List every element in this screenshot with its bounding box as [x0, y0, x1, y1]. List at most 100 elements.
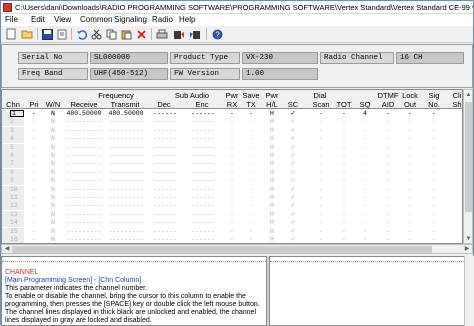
- cell-scan[interactable]: -: [310, 186, 332, 194]
- cell-pwr-rx[interactable]: -: [225, 194, 239, 202]
- cell-dec[interactable]: ------: [150, 202, 180, 210]
- cell-tot[interactable]: -: [336, 169, 352, 177]
- cell-pwr-rx[interactable]: -: [225, 211, 239, 219]
- cell-dec[interactable]: ------: [150, 219, 180, 227]
- cell-scan[interactable]: -: [310, 177, 332, 185]
- cell-chn[interactable]: 7: [2, 160, 24, 169]
- cell-pwr-tx[interactable]: -: [244, 160, 258, 168]
- cut-icon[interactable]: [90, 28, 102, 40]
- cell-pri[interactable]: -: [26, 211, 42, 219]
- cell-receive[interactable]: ---------: [64, 160, 104, 168]
- cell-aid[interactable]: -: [380, 144, 396, 152]
- col-wn[interactable]: W/N: [44, 100, 62, 109]
- cell-tot[interactable]: -: [336, 135, 352, 143]
- cell-pri[interactable]: -: [26, 135, 42, 143]
- cell-receive[interactable]: ---------: [64, 236, 104, 243]
- cell-out[interactable]: -: [402, 186, 418, 194]
- cell-receive[interactable]: ---------: [64, 194, 104, 202]
- cell-pwr-tx[interactable]: -: [244, 152, 258, 160]
- col-out[interactable]: Out: [402, 100, 418, 109]
- cell-hl[interactable]: H: [264, 177, 280, 185]
- cell-chn[interactable]: 4: [2, 135, 24, 144]
- cell-pri[interactable]: -: [26, 202, 42, 210]
- cell-dec[interactable]: ------: [150, 127, 180, 135]
- col-transmit[interactable]: Transmit: [106, 100, 144, 109]
- cell-sq[interactable]: -: [358, 152, 372, 160]
- menu-file[interactable]: File: [5, 15, 18, 24]
- table-row[interactable]: 16- N --------- --------- ------ ------ - - H ✓ - -…: [2, 236, 462, 243]
- cell-hl[interactable]: H: [264, 228, 280, 236]
- cell-receive[interactable]: ---------: [64, 152, 104, 160]
- cell-tot[interactable]: -: [336, 177, 352, 185]
- cell-receive[interactable]: ---------: [64, 127, 104, 135]
- cell-pwr-tx[interactable]: -: [244, 202, 258, 210]
- cell-out[interactable]: -: [402, 219, 418, 227]
- cell-dec[interactable]: ------: [150, 135, 180, 143]
- cell-hl[interactable]: H: [264, 127, 280, 135]
- cell-wn[interactable]: N: [44, 202, 62, 210]
- cell-chn[interactable]: 6: [2, 152, 24, 160]
- cell-sc[interactable]: ✓: [286, 219, 300, 227]
- col-sq[interactable]: SQ: [358, 100, 372, 109]
- cell-chn[interactable]: 12: [2, 202, 24, 211]
- cell-hl[interactable]: H: [264, 202, 280, 210]
- cell-pwr-tx[interactable]: -: [244, 186, 258, 194]
- cell-aid[interactable]: -: [380, 186, 396, 194]
- cell-sq[interactable]: -: [358, 177, 372, 185]
- cell-pwr-rx[interactable]: -: [225, 202, 239, 210]
- cell-sc[interactable]: ✓: [286, 169, 300, 177]
- help-icon[interactable]: ?: [211, 28, 223, 40]
- cell-out[interactable]: -: [402, 144, 418, 152]
- cell-no[interactable]: -: [426, 152, 442, 160]
- cell-out[interactable]: -: [402, 236, 418, 243]
- cell-out[interactable]: -: [402, 118, 418, 126]
- cell-aid[interactable]: -: [380, 127, 396, 135]
- cell-tot[interactable]: -: [336, 110, 352, 118]
- table-row[interactable]: 3- N --------- --------- ------ ------ - - H ✓ - - -…: [2, 126, 462, 135]
- table-row[interactable]: 15- N --------- --------- ------ ------ - - H ✓ - -…: [2, 227, 462, 236]
- col-enc[interactable]: Enc: [188, 100, 216, 109]
- table-row[interactable]: 14- N --------- --------- ------ ------ - - H ✓ - -…: [2, 219, 462, 228]
- cell-sq[interactable]: -: [358, 211, 372, 219]
- cell-scan[interactable]: -: [310, 202, 332, 210]
- cell-no[interactable]: -: [426, 219, 442, 227]
- cell-wn[interactable]: N: [44, 177, 62, 185]
- cell-dec[interactable]: ------: [150, 169, 180, 177]
- cell-chn[interactable]: 8: [2, 168, 24, 177]
- cell-sq[interactable]: -: [358, 118, 372, 126]
- cell-scan[interactable]: -: [310, 236, 332, 243]
- table-row[interactable]: 7- N --------- --------- ------ ------ - - H ✓ - - -…: [2, 160, 462, 169]
- cell-no[interactable]: -: [426, 160, 442, 168]
- cell-aid[interactable]: -: [380, 219, 396, 227]
- cell-pwr-tx[interactable]: -: [244, 194, 258, 202]
- cell-sc[interactable]: ✓: [286, 135, 300, 143]
- cell-aid[interactable]: -: [380, 228, 396, 236]
- col-sh[interactable]: Sh: [450, 100, 462, 109]
- cell-sq[interactable]: -: [358, 127, 372, 135]
- cell-enc[interactable]: ------: [188, 118, 218, 126]
- col-tot[interactable]: TOT: [336, 100, 352, 109]
- cell-hl[interactable]: H: [264, 186, 280, 194]
- cell-pri[interactable]: -: [26, 219, 42, 227]
- cell-hl[interactable]: H: [264, 110, 280, 118]
- menu-edit[interactable]: Edit: [31, 15, 45, 24]
- cell-enc[interactable]: ------: [188, 194, 218, 202]
- cell-receive[interactable]: ---------: [64, 144, 104, 152]
- cell-chn[interactable]: 10: [2, 185, 24, 194]
- cell-transmit[interactable]: ---------: [106, 160, 146, 168]
- cell-sc[interactable]: ✓: [286, 236, 300, 243]
- cell-tot[interactable]: -: [336, 118, 352, 126]
- cell-out[interactable]: -: [402, 135, 418, 143]
- cell-dec[interactable]: ------: [150, 144, 180, 152]
- cell-out[interactable]: -: [402, 211, 418, 219]
- scroll-down-icon[interactable]: ▼: [465, 235, 472, 243]
- cell-out[interactable]: -: [402, 202, 418, 210]
- cell-transmit[interactable]: ---------: [106, 219, 146, 227]
- cell-tot[interactable]: -: [336, 219, 352, 227]
- col-hl[interactable]: H/L: [264, 100, 280, 109]
- cell-no[interactable]: -: [426, 186, 442, 194]
- cell-aid[interactable]: -: [380, 169, 396, 177]
- cell-scan[interactable]: -: [310, 160, 332, 168]
- cell-no[interactable]: -: [426, 211, 442, 219]
- cell-transmit[interactable]: 480.50000: [106, 110, 146, 118]
